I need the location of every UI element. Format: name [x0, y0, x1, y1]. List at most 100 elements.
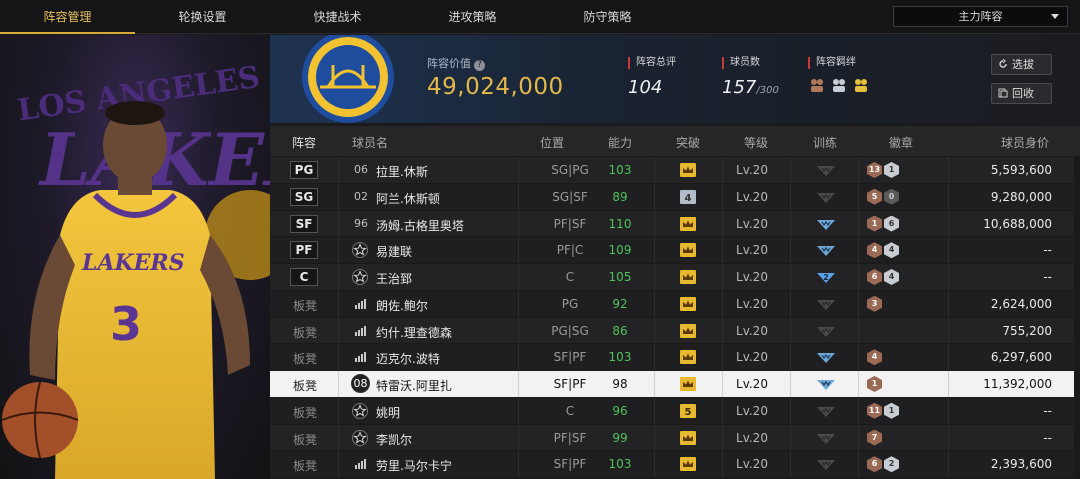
tab-defense-strategy[interactable]: 防守策略	[540, 0, 675, 34]
breakthrough-icon[interactable]	[680, 350, 696, 365]
table-row[interactable]: 板凳 迈克尔.波特 SF|PF 103 Lv.20 4 6,297,600	[270, 344, 1080, 371]
breakthrough-icon[interactable]	[680, 430, 696, 445]
tab-lineup-management[interactable]: 阵容管理	[0, 0, 135, 34]
svg-text:2: 2	[823, 273, 829, 282]
col-position[interactable]: 位置	[540, 134, 564, 151]
slot-label: 板凳	[293, 405, 318, 420]
breakthrough-icon[interactable]	[680, 216, 696, 231]
training-icon[interactable]	[816, 457, 836, 471]
bond-gold-icon[interactable]	[852, 77, 870, 93]
table-row[interactable]: 板凳 姚明 C 96 5 Lv.20 11 1 --	[270, 397, 1080, 425]
player-ability: 86	[612, 323, 628, 338]
table-row[interactable]: 板凳 李凯尔 PF|SF 99 Lv.20 7 --	[270, 424, 1080, 452]
training-icon[interactable]	[816, 324, 836, 338]
col-player-value[interactable]: 球员身价	[1001, 134, 1049, 151]
player-ability: 105	[608, 270, 632, 284]
training-icon[interactable]	[816, 243, 836, 257]
player-value: 2,393,600	[990, 457, 1052, 472]
training-icon[interactable]: 2	[816, 270, 836, 284]
tab-offense-strategy[interactable]: 进攻策略	[405, 0, 540, 34]
select-button[interactable]: 选拔	[991, 54, 1052, 75]
training-icon[interactable]	[816, 297, 836, 311]
roster-table-header: 阵容 球员名 位置 能力 突破 等级 训练 徽章 球员身价	[270, 126, 1080, 156]
breakthrough-icon[interactable]	[680, 323, 696, 338]
player-count-label: 球员数	[722, 57, 779, 69]
badge-icon[interactable]: 1	[867, 376, 882, 392]
breakthrough-icon[interactable]: 5	[680, 403, 696, 418]
player-ability: 89	[612, 189, 628, 204]
table-row[interactable]: SG 02 阿兰.休斯顿 SG|SF 89 4 Lv.20 5 0 9,280,000	[270, 183, 1080, 211]
table-row[interactable]: PG 06 拉里.休斯 SG|PG 103 Lv.20 13 1 5,593,600	[270, 157, 1080, 184]
jersey-team-text: LAKERS	[81, 250, 185, 276]
training-icon[interactable]	[816, 377, 836, 391]
tab-quick-tactics[interactable]: 快捷战术	[270, 0, 405, 34]
lineup-value-label-text: 阵容价值	[427, 57, 471, 70]
badge-icon[interactable]: 6	[867, 456, 882, 473]
table-row[interactable]: 板凳 08 特雷沃.阿里扎 SF|PF 98 Lv.20 1 11,392,000	[270, 371, 1080, 398]
col-badges[interactable]: 徽章	[889, 134, 913, 151]
badge-icon[interactable]: 3	[867, 295, 882, 312]
tab-rotation-settings[interactable]: 轮换设置	[135, 0, 270, 34]
badge-icon[interactable]: 11	[867, 402, 882, 419]
recycle-button[interactable]: 回收	[991, 83, 1052, 104]
player-level: Lv.20	[736, 163, 768, 177]
breakthrough-icon[interactable]	[680, 163, 696, 177]
lineup-rating-label: 阵容总评	[628, 57, 676, 69]
breakthrough-icon[interactable]	[680, 270, 696, 284]
badge-icon[interactable]: 4	[867, 242, 882, 259]
slot-label: 板凳	[293, 379, 318, 393]
badge-icon[interactable]: 13	[867, 162, 882, 178]
table-row[interactable]: SF 96 汤姆.古格里奥塔 PF|SF 110 Lv.20 1 6 10,688,000	[270, 210, 1080, 238]
svg-text:4: 4	[685, 193, 692, 204]
table-row[interactable]: 板凳 劳里.马尔卡宁 SF|PF 103 Lv.20 6 2 2,393,600	[270, 451, 1080, 478]
table-scrollbar[interactable]	[1074, 157, 1080, 479]
col-breakthrough[interactable]: 突破	[676, 134, 700, 151]
badge-group: 16	[867, 215, 899, 232]
col-training[interactable]: 训练	[813, 134, 837, 151]
badge-icon[interactable]: 6	[867, 269, 882, 285]
recycle-icon	[998, 88, 1008, 98]
recycle-button-label: 回收	[1012, 87, 1034, 100]
training-icon[interactable]	[816, 350, 836, 364]
breakthrough-icon[interactable]	[680, 296, 696, 311]
col-player-name: 球员名	[352, 136, 389, 150]
badge-icon[interactable]: 1	[884, 162, 899, 178]
slot-badge: SF	[290, 214, 318, 233]
player-name: 劳里.马尔卡宁	[376, 459, 452, 474]
player-level: Lv.20	[736, 350, 768, 365]
badge-icon[interactable]: 4	[884, 269, 899, 285]
table-row[interactable]: 板凳 朗佐.鲍尔 PG 92 Lv.20 3 2,624,000	[270, 290, 1080, 318]
badge-icon[interactable]: 0	[884, 188, 899, 205]
badge-icon[interactable]: 4	[884, 242, 899, 259]
badge-icon[interactable]: 4	[867, 349, 882, 366]
table-row[interactable]: PF 易建联 PF|C 109 Lv.20 4 4 --	[270, 237, 1080, 264]
table-row[interactable]: C 王治郅 C 105 Lv.20 2 6 4 --	[270, 264, 1080, 291]
slot-badge: C	[290, 268, 318, 286]
help-icon[interactable]: ?	[474, 60, 485, 71]
badge-icon[interactable]: 2	[884, 456, 899, 473]
breakthrough-icon[interactable]	[680, 377, 696, 391]
breakthrough-icon[interactable]	[680, 243, 696, 258]
player-value: 5,593,600	[990, 163, 1052, 177]
badge-icon[interactable]: 1	[867, 215, 882, 232]
player-value: --	[1043, 430, 1052, 445]
training-icon[interactable]	[816, 404, 836, 418]
badge-icon[interactable]: 1	[884, 402, 899, 419]
col-level[interactable]: 等级	[744, 134, 768, 151]
badge-icon[interactable]: 5	[867, 188, 882, 205]
slot-label: 板凳	[293, 459, 318, 474]
player-value: --	[1043, 403, 1052, 418]
badge-icon[interactable]: 7	[867, 429, 882, 446]
breakthrough-icon[interactable]	[680, 457, 696, 472]
bond-bronze-icon[interactable]	[808, 77, 826, 93]
bond-silver-icon[interactable]	[830, 77, 848, 93]
training-icon[interactable]	[816, 163, 836, 177]
training-icon[interactable]	[816, 217, 836, 231]
training-icon[interactable]	[816, 190, 836, 204]
training-icon[interactable]	[816, 431, 836, 445]
col-ability[interactable]: 能力	[608, 134, 632, 151]
table-row[interactable]: 板凳 约什.理查德森 PG|SG 86 Lv.20 755,200	[270, 317, 1080, 345]
badge-icon[interactable]: 6	[884, 215, 899, 232]
breakthrough-icon[interactable]: 4	[680, 189, 696, 204]
lineup-select-dropdown[interactable]: 主力阵容	[893, 6, 1068, 27]
